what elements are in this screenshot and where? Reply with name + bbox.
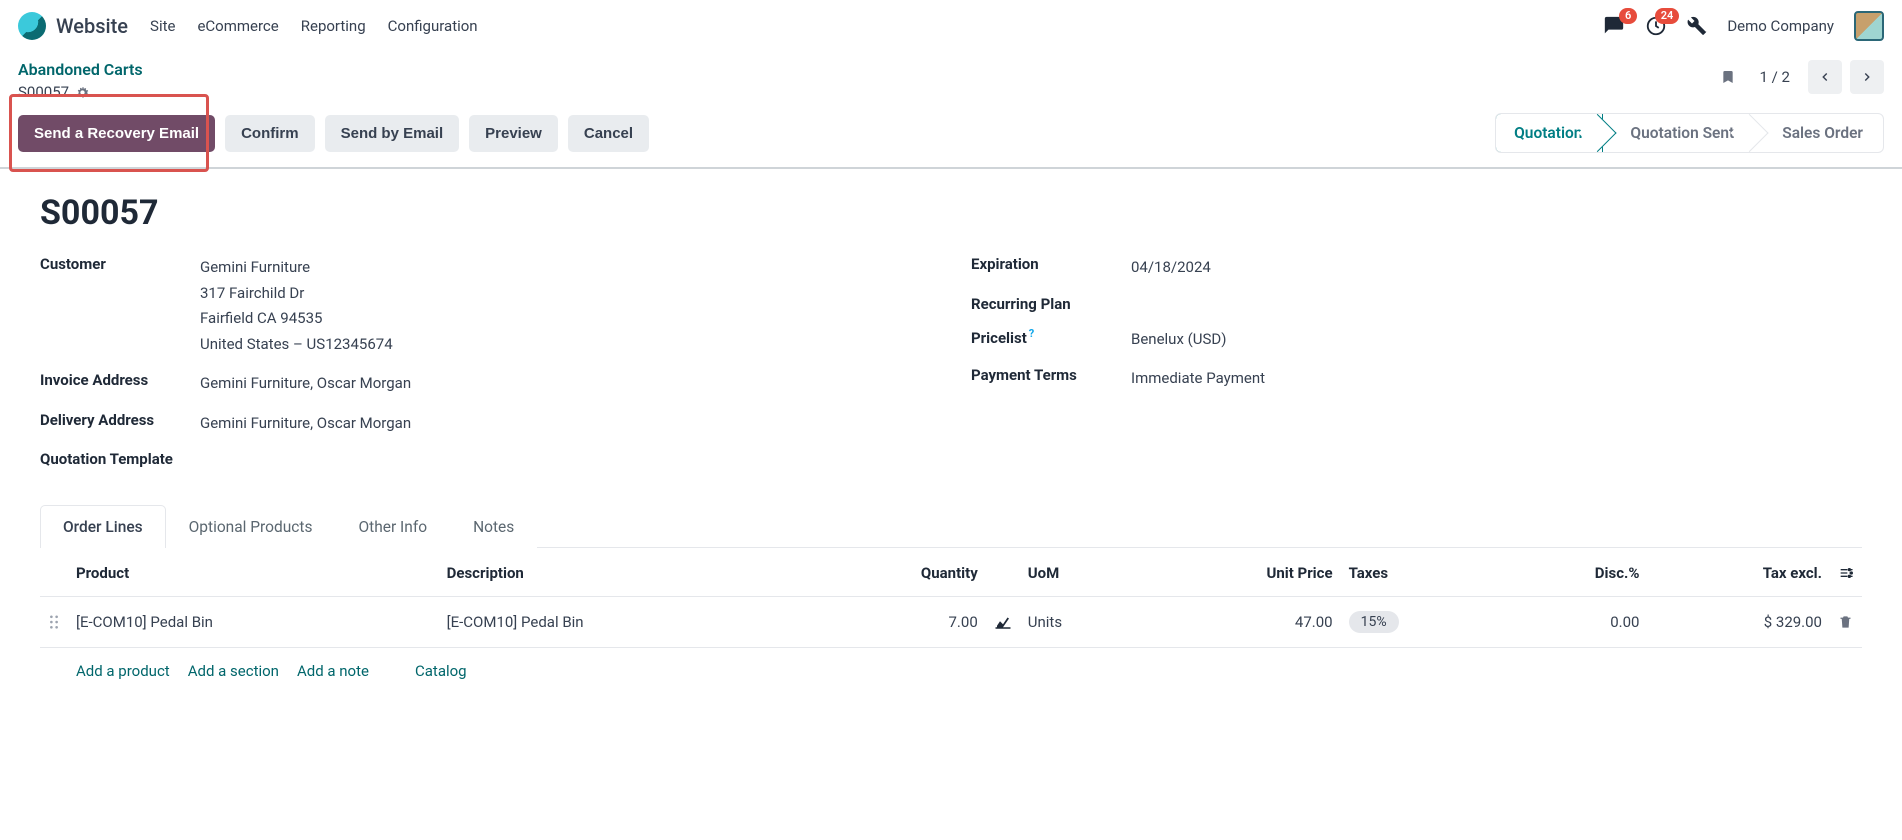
pager: 1 / 2 <box>1720 60 1885 94</box>
col-quantity[interactable]: Quantity <box>809 550 986 597</box>
messages-icon[interactable]: 6 <box>1603 15 1625 37</box>
preview-button[interactable]: Preview <box>469 115 558 152</box>
cell-tax-excl[interactable]: $ 329.00 <box>1647 597 1830 648</box>
col-unit-price[interactable]: Unit Price <box>1142 550 1341 597</box>
col-taxes[interactable]: Taxes <box>1341 550 1501 597</box>
delete-line-icon[interactable] <box>1830 597 1862 648</box>
gear-icon[interactable] <box>75 85 90 100</box>
label-quotation-template: Quotation Template <box>40 450 200 468</box>
value-expiration[interactable]: 04/18/2024 <box>1131 255 1211 281</box>
order-lines-table: Product Description Quantity UoM Unit Pr… <box>40 550 1862 648</box>
value-pricelist[interactable]: Benelux (USD) <box>1131 327 1226 353</box>
tab-optional-products[interactable]: Optional Products <box>166 505 336 548</box>
tab-other-info[interactable]: Other Info <box>335 505 450 548</box>
breadcrumb-parent[interactable]: Abandoned Carts <box>18 60 143 79</box>
menu-site[interactable]: Site <box>150 11 175 41</box>
column-options-icon[interactable] <box>1830 550 1862 597</box>
label-recurring-plan: Recurring Plan <box>971 295 1131 313</box>
subheader: Abandoned Carts S00057 1 / 2 <box>0 52 1902 103</box>
cancel-button[interactable]: Cancel <box>568 115 649 152</box>
cell-product[interactable]: [E-COM10] Pedal Bin <box>68 597 439 648</box>
customer-street: 317 Fairchild Dr <box>200 281 393 307</box>
add-note-link[interactable]: Add a note <box>297 662 369 680</box>
send-recovery-button[interactable]: Send a Recovery Email <box>18 115 215 152</box>
menu-ecommerce[interactable]: eCommerce <box>197 11 278 41</box>
col-product[interactable]: Product <box>68 550 439 597</box>
action-bar: Send a Recovery Email Confirm Send by Em… <box>0 103 1902 169</box>
add-section-link[interactable]: Add a section <box>188 662 279 680</box>
company-name[interactable]: Demo Company <box>1727 17 1834 35</box>
catalog-link[interactable]: Catalog <box>415 662 467 680</box>
pager-next[interactable] <box>1850 60 1884 94</box>
customer-city: Fairfield CA 94535 <box>200 306 393 332</box>
tab-order-lines[interactable]: Order Lines <box>40 505 166 548</box>
main-menu: Site eCommerce Reporting Configuration <box>150 11 478 41</box>
cell-quantity[interactable]: 7.00 <box>809 597 986 648</box>
top-nav: Website Site eCommerce Reporting Configu… <box>0 0 1902 52</box>
col-tax-excl[interactable]: Tax excl. <box>1647 550 1830 597</box>
label-payment-terms: Payment Terms <box>971 366 1131 392</box>
bookmark-icon[interactable] <box>1720 68 1736 86</box>
col-disc[interactable]: Disc.% <box>1500 550 1647 597</box>
cell-taxes[interactable]: 15% <box>1341 597 1501 648</box>
status-bar: Quotation Quotation Sent Sales Order <box>1495 113 1884 153</box>
stage-quotation-sent[interactable]: Quotation Sent <box>1602 114 1754 152</box>
cell-uom[interactable]: Units <box>1020 597 1142 648</box>
form-sheet: S00057 Customer Gemini Furniture 317 Fai… <box>0 169 1902 680</box>
customer-name: Gemini Furniture <box>200 255 393 281</box>
app-title[interactable]: Website <box>56 14 128 38</box>
menu-configuration[interactable]: Configuration <box>388 11 478 41</box>
confirm-button[interactable]: Confirm <box>225 115 315 152</box>
value-delivery-address[interactable]: Gemini Furniture, Oscar Morgan <box>200 411 411 437</box>
order-line-row[interactable]: [E-COM10] Pedal Bin [E-COM10] Pedal Bin … <box>40 597 1862 648</box>
label-expiration: Expiration <box>971 255 1131 281</box>
stage-quotation[interactable]: Quotation <box>1495 113 1603 153</box>
add-row-actions: Add a product Add a section Add a note C… <box>40 648 1862 680</box>
col-uom[interactable]: UoM <box>1020 550 1142 597</box>
stage-sales-order[interactable]: Sales Order <box>1754 114 1883 152</box>
pager-prev[interactable] <box>1808 60 1842 94</box>
record-title: S00057 <box>40 193 1862 233</box>
user-avatar[interactable] <box>1854 11 1884 41</box>
messages-badge: 6 <box>1619 8 1637 24</box>
nav-right: 6 24 Demo Company <box>1603 11 1884 41</box>
label-customer: Customer <box>40 255 200 357</box>
tax-badge: 15% <box>1349 611 1399 633</box>
cell-disc[interactable]: 0.00 <box>1500 597 1647 648</box>
send-email-button[interactable]: Send by Email <box>325 115 460 152</box>
label-invoice-address: Invoice Address <box>40 371 200 397</box>
cell-unit-price[interactable]: 47.00 <box>1142 597 1341 648</box>
form-left-column: Customer Gemini Furniture 317 Fairchild … <box>40 255 931 482</box>
forecast-icon[interactable] <box>986 597 1020 648</box>
drag-handle-icon[interactable] <box>40 597 68 648</box>
settings-icon[interactable] <box>1687 16 1707 36</box>
activities-badge: 24 <box>1655 8 1680 24</box>
menu-reporting[interactable]: Reporting <box>301 11 366 41</box>
form-right-column: Expiration 04/18/2024 Recurring Plan Pri… <box>971 255 1862 482</box>
value-customer[interactable]: Gemini Furniture 317 Fairchild Dr Fairfi… <box>200 255 393 357</box>
value-invoice-address[interactable]: Gemini Furniture, Oscar Morgan <box>200 371 411 397</box>
tab-notes[interactable]: Notes <box>450 505 537 548</box>
label-delivery-address: Delivery Address <box>40 411 200 437</box>
col-description[interactable]: Description <box>439 550 810 597</box>
tabs: Order Lines Optional Products Other Info… <box>40 504 1862 548</box>
breadcrumb-record: S00057 <box>18 83 69 101</box>
add-product-link[interactable]: Add a product <box>76 662 170 680</box>
help-icon[interactable]: ? <box>1029 327 1034 340</box>
customer-country: United States – US12345674 <box>200 332 393 358</box>
value-payment-terms[interactable]: Immediate Payment <box>1131 366 1265 392</box>
app-logo-icon[interactable] <box>18 12 46 40</box>
pager-text[interactable]: 1 / 2 <box>1750 68 1801 86</box>
label-pricelist: Pricelist? <box>971 327 1131 353</box>
activities-icon[interactable]: 24 <box>1645 15 1667 37</box>
cell-description[interactable]: [E-COM10] Pedal Bin <box>439 597 810 648</box>
